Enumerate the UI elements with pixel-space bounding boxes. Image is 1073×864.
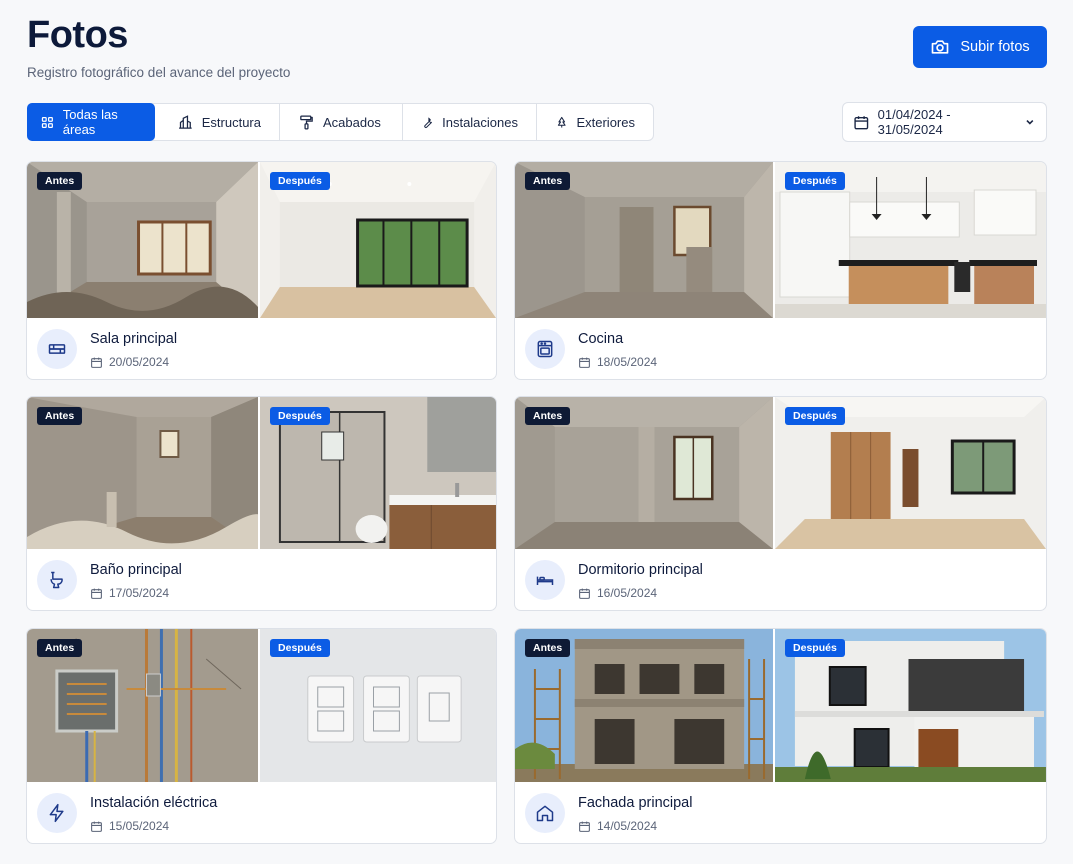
after-photo[interactable]: Después [775, 629, 1046, 782]
card-date-value: 18/05/2024 [597, 355, 658, 369]
after-photo[interactable]: Después [775, 397, 1046, 549]
card-date: 20/05/2024 [90, 355, 169, 369]
after-badge: Después [785, 639, 845, 657]
paint-roller-icon [300, 114, 313, 130]
calendar-icon [854, 115, 869, 129]
before-badge: Antes [525, 639, 571, 657]
card-title: Dormitorio principal [578, 562, 703, 578]
before-badge: Antes [525, 407, 571, 425]
page-header: Fotos Registro fotográfico del avance de… [27, 14, 290, 80]
tree-icon [557, 116, 566, 128]
sofa-icon [37, 329, 77, 369]
date-range-picker[interactable]: 01/04/2024 - 31/05/2024 [842, 102, 1047, 142]
photo-card-dormitorio[interactable]: Antes Después Dormitorio principal 16/05… [514, 396, 1047, 611]
card-title: Cocina [578, 331, 624, 347]
calendar-icon [579, 821, 590, 832]
before-photo[interactable]: Antes [27, 397, 259, 549]
calendar-icon [579, 588, 590, 599]
filter-tab-instalaciones[interactable]: Instalaciones [403, 104, 537, 140]
filter-tab-estructura[interactable]: Estructura [159, 104, 280, 140]
after-photo[interactable]: Después [775, 162, 1046, 318]
photo-card-sala[interactable]: Antes Después Sala principal 20/05/2024 [26, 161, 497, 380]
before-photo[interactable]: Antes [515, 397, 774, 549]
photo-card-fachada[interactable]: Antes Después Fachada principal 14/05/20… [514, 628, 1047, 844]
after-photo[interactable]: Después [260, 397, 496, 549]
camera-icon [931, 40, 949, 54]
before-photo[interactable]: Antes [515, 629, 774, 782]
before-badge: Antes [37, 172, 83, 190]
filter-tab-label: Estructura [201, 114, 261, 130]
before-badge: Antes [525, 172, 571, 190]
wrench-icon [424, 117, 432, 128]
date-range-value: 01/04/2024 - 31/05/2024 [877, 107, 951, 137]
upload-photos-button[interactable]: Subir fotos [913, 26, 1047, 68]
grid-icon [41, 116, 53, 128]
filter-tab-todas[interactable]: Todas las áreas [27, 103, 155, 141]
after-badge: Después [270, 639, 330, 657]
after-badge: Después [270, 407, 330, 425]
card-date-value: 15/05/2024 [109, 819, 170, 833]
card-date-value: 20/05/2024 [109, 355, 170, 369]
lightning-icon [37, 793, 77, 833]
photo-card-cocina[interactable]: Antes Después Cocina 18/05/2024 [514, 161, 1047, 380]
calendar-icon [91, 588, 102, 599]
calendar-icon [91, 821, 102, 832]
photo-card-electrica[interactable]: Antes Después Instalación eléctrica 15/0… [26, 628, 497, 844]
after-badge: Después [270, 172, 330, 190]
photo-card-bano[interactable]: Antes Después Baño principal 17/05/2024 [26, 396, 497, 611]
after-photo[interactable]: Después [260, 629, 496, 782]
card-date-value: 14/05/2024 [597, 819, 658, 833]
upload-photos-label: Subir fotos [960, 39, 1030, 55]
calendar-icon [91, 357, 102, 368]
filter-tab-acabados[interactable]: Acabados [280, 104, 403, 140]
before-photo[interactable]: Antes [27, 162, 259, 318]
filter-tab-label: Exteriores [576, 114, 635, 130]
card-date-value: 17/05/2024 [109, 586, 170, 600]
filter-tab-label: Acabados [323, 114, 381, 130]
bed-icon [525, 560, 565, 600]
card-title: Fachada principal [578, 795, 693, 811]
page-subtitle: Registro fotográfico del avance del proy… [27, 65, 291, 80]
before-photo[interactable]: Antes [27, 629, 259, 782]
card-date: 15/05/2024 [90, 819, 169, 833]
chevron-down-icon [1026, 119, 1034, 125]
after-photo[interactable]: Después [260, 162, 496, 318]
card-date: 16/05/2024 [578, 586, 657, 600]
card-date: 14/05/2024 [578, 819, 657, 833]
card-date: 17/05/2024 [90, 586, 169, 600]
card-date-value: 16/05/2024 [597, 586, 658, 600]
area-filter-tabs: Todas las áreas Estructura Acabados Inst… [27, 103, 654, 141]
calendar-icon [579, 357, 590, 368]
filter-tab-label: Instalaciones [442, 114, 518, 130]
card-title: Instalación eléctrica [90, 795, 218, 811]
filter-tab-exteriores[interactable]: Exteriores [537, 104, 653, 140]
after-badge: Después [785, 407, 845, 425]
building-icon [179, 114, 192, 129]
before-badge: Antes [37, 407, 83, 425]
before-badge: Antes [37, 639, 83, 657]
after-badge: Después [785, 172, 845, 190]
oven-icon [525, 329, 565, 369]
page-title: Fotos [27, 14, 128, 56]
house-icon [525, 793, 565, 833]
card-title: Baño principal [90, 562, 182, 578]
card-title: Sala principal [90, 331, 178, 347]
card-date: 18/05/2024 [578, 355, 657, 369]
before-photo[interactable]: Antes [515, 162, 774, 318]
toilet-icon [37, 560, 77, 600]
filter-tab-label: Todas las áreas [62, 107, 118, 137]
